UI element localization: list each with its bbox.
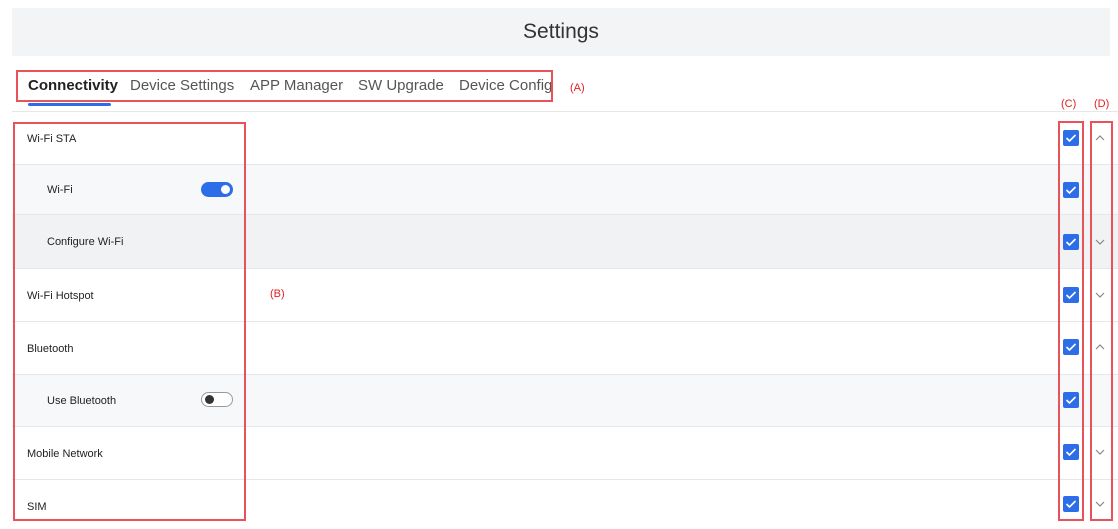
chevron-up-icon[interactable] [1093,340,1107,354]
row-wifi-hotspot[interactable]: Wi-Fi Hotspot [12,268,1118,321]
row-label: Mobile Network [27,448,103,460]
row-label: Bluetooth [27,343,74,355]
wifi-toggle[interactable] [201,182,233,197]
row-sim[interactable]: SIM [12,479,1118,529]
active-tab-indicator [28,103,111,106]
chevron-down-icon[interactable] [1093,288,1107,302]
chevron-down-icon[interactable] [1093,497,1107,511]
checkmark-icon [1065,448,1077,457]
header-bar: Settings [12,8,1110,56]
checkbox-configure-wifi[interactable] [1063,234,1079,250]
row-label: Configure Wi-Fi [47,236,124,248]
annotation-label-c: (C) [1061,98,1077,110]
row-label: Wi-Fi Hotspot [27,290,94,302]
row-use-bluetooth: Use Bluetooth [12,374,1118,426]
checkmark-icon [1065,343,1077,352]
row-bluetooth[interactable]: Bluetooth [12,321,1118,374]
chevron-down-icon[interactable] [1093,445,1107,459]
annotation-label-d: (D) [1094,98,1110,110]
checkmark-icon [1065,134,1077,143]
checkbox-bluetooth[interactable] [1063,339,1079,355]
row-label: Wi-Fi [47,184,73,196]
row-label: Use Bluetooth [47,395,117,407]
tab-sw-upgrade[interactable]: SW Upgrade [358,77,444,94]
checkbox-use-bluetooth[interactable] [1063,392,1079,408]
chevron-down-icon[interactable] [1093,235,1107,249]
row-wifi: Wi-Fi [12,164,1118,214]
checkbox-sim[interactable] [1063,496,1079,512]
checkbox-wifi[interactable] [1063,182,1079,198]
checkmark-icon [1065,291,1077,300]
tab-device-config[interactable]: Device Config [459,77,552,94]
annotation-label-a: (A) [570,82,585,94]
checkmark-icon [1065,396,1077,405]
tab-device-settings[interactable]: Device Settings [130,77,234,94]
row-label: SIM [27,501,47,513]
page-title: Settings [523,20,599,43]
checkmark-icon [1065,238,1077,247]
checkmark-icon [1065,500,1077,509]
row-mobile-network[interactable]: Mobile Network [12,426,1118,479]
use-bluetooth-toggle[interactable] [201,392,233,407]
tab-connectivity[interactable]: Connectivity [28,77,118,94]
checkmark-icon [1065,186,1077,195]
tab-app-manager[interactable]: APP Manager [250,77,343,94]
row-wifi-sta[interactable]: Wi-Fi STA [12,111,1118,164]
annotation-label-b: (B) [270,288,285,300]
checkbox-wifi-hotspot[interactable] [1063,287,1079,303]
row-label: Wi-Fi STA [27,133,77,145]
chevron-up-icon[interactable] [1093,131,1107,145]
row-configure-wifi[interactable]: Configure Wi-Fi [12,214,1118,268]
toggle-knob [205,395,214,404]
toggle-knob [221,185,230,194]
checkbox-wifi-sta[interactable] [1063,130,1079,146]
checkbox-mobile-network[interactable] [1063,444,1079,460]
